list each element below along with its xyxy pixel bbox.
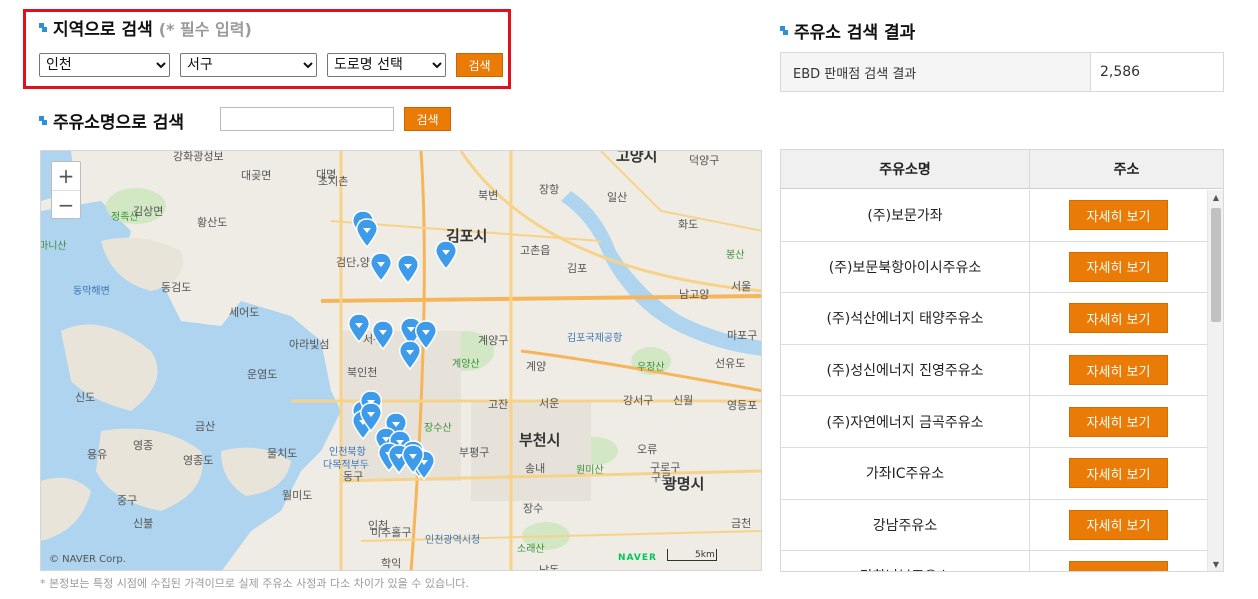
table-row: (주)성신에너지 진영주유소 자세히 보기	[781, 344, 1207, 397]
map-copyright: © NAVER Corp.	[49, 554, 126, 565]
station-name: (주)보문북항아이시주유소	[781, 241, 1030, 293]
table-header: 주유소명 주소	[781, 150, 1223, 189]
result-summary-label: EBD 판매점 검색 결과	[781, 53, 1091, 91]
district-select[interactable]: 서구	[180, 53, 317, 77]
detail-button[interactable]: 자세히 보기	[1069, 509, 1168, 540]
map-scale-label: 5km	[695, 550, 715, 560]
name-search-button[interactable]: 검색	[404, 107, 451, 131]
detail-button[interactable]: 자세히 보기	[1069, 406, 1168, 437]
disclaimer-text: * 본정보는 특정 시점에 수집된 가격이므로 실제 주유소 사정과 다소 차이…	[40, 577, 469, 590]
station-name-input[interactable]	[220, 107, 394, 131]
detail-button[interactable]: 자세히 보기	[1069, 458, 1168, 489]
scroll-thumb[interactable]	[1211, 208, 1221, 322]
station-name: 강남주유소	[781, 499, 1030, 551]
detail-button[interactable]: 자세히 보기	[1069, 355, 1168, 386]
station-marker-icon[interactable]	[399, 340, 421, 370]
table-row: (주)석산에너지 태양주유소 자세히 보기	[781, 293, 1207, 345]
result-summary-count: 2,586	[1100, 64, 1141, 80]
result-summary: EBD 판매점 검색 결과 2,586	[780, 52, 1224, 92]
table-row: 강남주유소 자세히 보기	[781, 499, 1207, 552]
zoom-control: + −	[51, 161, 81, 219]
station-name: (주)석산에너지 태양주유소	[781, 293, 1030, 344]
section-bullet-icon	[39, 115, 48, 126]
station-list-table: 주유소명 주소 (주)보문가좌 자세히 보기 (주)보문북항아이시주유소 자세히 보…	[780, 149, 1224, 572]
station-marker-icon[interactable]	[435, 240, 457, 270]
detail-button[interactable]: 자세히 보기	[1069, 303, 1168, 334]
table-scrollbar[interactable]: ▲ ▼	[1207, 190, 1223, 571]
table-row: (주)자연에너지 금곡주유소 자세히 보기	[781, 396, 1207, 448]
header-address: 주소	[1113, 162, 1140, 178]
station-marker-icon[interactable]	[372, 320, 394, 350]
zoom-out-button[interactable]: −	[52, 190, 80, 218]
region-search-button[interactable]: 검색	[456, 53, 503, 77]
station-map[interactable]: 고양시 김포시 부천시 광명시 계양구 부평구 서구 동구 중구 미추홀구 구로…	[40, 150, 762, 571]
required-note: (* 필수 입력)	[158, 19, 252, 39]
detail-button[interactable]: 자세히 보기	[1069, 200, 1168, 231]
header-station-name: 주유소명	[781, 150, 1030, 188]
station-markers[interactable]	[41, 151, 762, 571]
station-name: (주)자연에너지 금곡주유소	[781, 396, 1030, 447]
station-marker-icon[interactable]	[397, 254, 419, 284]
scroll-down-icon[interactable]: ▼	[1208, 557, 1223, 571]
station-name: 가좌IC주유소	[781, 447, 1030, 499]
results-title: 주유소 검색 결과	[780, 18, 915, 43]
table-row: (주)보문가좌 자세히 보기	[781, 190, 1207, 242]
road-select[interactable]: 도로명 선택	[327, 53, 446, 77]
table-body: (주)보문가좌 자세히 보기 (주)보문북항아이시주유소 자세히 보기 (주)석산에…	[781, 190, 1207, 571]
station-name: (주)보문가좌	[781, 190, 1030, 241]
station-marker-icon[interactable]	[348, 313, 370, 343]
station-name: 강화남부주유소	[781, 551, 1030, 571]
naver-logo[interactable]: NAVER	[618, 553, 657, 563]
section-bullet-icon	[780, 25, 789, 36]
station-marker-icon[interactable]	[356, 218, 378, 248]
region-search-title: 지역으로 검색 (* 필수 입력)	[39, 15, 252, 40]
detail-button[interactable]: 자세히 보기	[1069, 251, 1168, 282]
station-name: (주)성신에너지 진영주유소	[781, 344, 1030, 396]
section-bullet-icon	[39, 22, 48, 33]
zoom-in-button[interactable]: +	[52, 162, 80, 190]
station-marker-icon[interactable]	[370, 252, 392, 282]
table-row: 강화남부주유소자세히 보기	[781, 551, 1207, 571]
table-row: 가좌IC주유소 자세히 보기	[781, 447, 1207, 500]
detail-button[interactable]: 자세히 보기	[1069, 561, 1168, 571]
scroll-up-icon[interactable]: ▲	[1208, 190, 1223, 204]
city-select[interactable]: 인천	[39, 53, 170, 77]
name-search-title: 주유소명으로 검색	[39, 108, 184, 133]
table-row: (주)보문북항아이시주유소 자세히 보기	[781, 241, 1207, 294]
